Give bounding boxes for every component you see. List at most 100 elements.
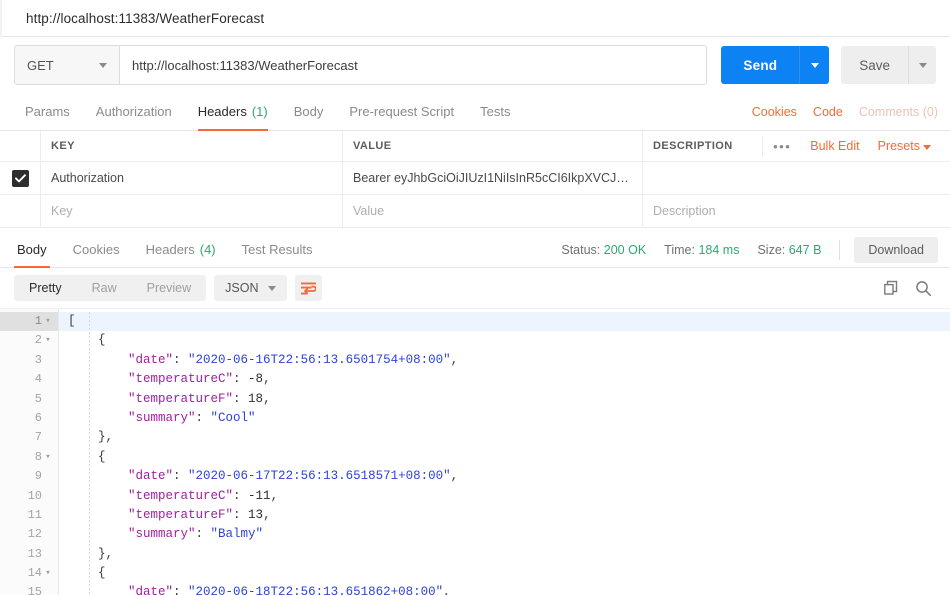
request-tab-authorization[interactable]: Authorization: [83, 93, 185, 130]
request-tab-label: Params: [25, 104, 70, 119]
table-header-row: KEY VALUE DESCRIPTION ••• Bulk Edit Pres…: [0, 131, 950, 162]
request-url-input[interactable]: [120, 46, 707, 84]
line-number-label: 14: [27, 566, 42, 581]
copy-icon[interactable]: [878, 275, 904, 301]
titlebar: http://localhost:11383/WeatherForecast: [0, 0, 950, 37]
format-label: JSON: [225, 281, 259, 295]
token-p: {: [68, 566, 106, 581]
row-description-cell[interactable]: [643, 162, 950, 194]
fold-toggle-icon[interactable]: ▾: [42, 331, 54, 350]
status-label: Status:: [561, 242, 601, 257]
presets-label: Presets: [877, 139, 920, 153]
format-select[interactable]: JSON: [214, 275, 288, 301]
response-tab-count: (4): [199, 242, 216, 257]
indent-guide: [89, 312, 90, 595]
new-key-cell[interactable]: Key: [41, 195, 343, 227]
send-options-button[interactable]: [799, 46, 830, 84]
line-number: 6: [0, 409, 58, 428]
line-number-label: 8: [34, 449, 42, 464]
line-number: 7: [0, 428, 58, 447]
request-tab-params[interactable]: Params: [12, 93, 83, 130]
table-actions: ••• Bulk Edit Presets: [762, 136, 940, 156]
status-info: Status: 200 OK: [561, 243, 646, 257]
line-number: 3: [0, 351, 58, 370]
http-method-select[interactable]: GET: [15, 46, 120, 84]
new-value-cell[interactable]: Value: [343, 195, 643, 227]
row-value-cell[interactable]: Bearer eyJhbGciOiJIUzI1NiIsInR5cCI6IkpXV…: [343, 162, 643, 194]
response-tab-headers[interactable]: Headers (4): [133, 232, 229, 267]
response-tab-test-results[interactable]: Test Results: [229, 232, 326, 267]
request-tab-pre-request-script[interactable]: Pre-request Script: [336, 93, 467, 130]
code-lines[interactable]: [ { "date": "2020-06-16T22:56:13.6501754…: [59, 309, 950, 595]
empty-checkbox-cell: [0, 195, 41, 227]
code-line: "date": "2020-06-16T22:56:13.6501754+08:…: [59, 351, 950, 370]
line-number: 13: [0, 545, 58, 564]
token-p: ,: [263, 507, 271, 522]
link-code[interactable]: Code: [813, 105, 843, 119]
line-number-label: 11: [27, 507, 42, 522]
time-label: Time:: [664, 242, 695, 257]
new-description-cell[interactable]: Description: [643, 195, 950, 227]
line-number: 10: [0, 487, 58, 506]
presets-button[interactable]: Presets: [869, 139, 940, 153]
code-line: "temperatureF": 13,: [59, 506, 950, 525]
token-p: :: [233, 391, 249, 406]
row-enabled-checkbox[interactable]: [11, 169, 29, 187]
token-p: ,: [263, 391, 271, 406]
more-options-icon[interactable]: •••: [762, 136, 801, 156]
request-tab-label: Pre-request Script: [349, 104, 455, 119]
code-line: },: [59, 545, 950, 564]
view-mode-preview[interactable]: Preview: [132, 275, 206, 301]
search-icon[interactable]: [910, 275, 936, 301]
response-body-viewer[interactable]: 1▾2▾345678▾91011121314▾151617181920▾ [ {…: [0, 308, 950, 595]
token-k: "temperatureC": [68, 488, 234, 503]
request-tab-tests[interactable]: Tests: [467, 93, 523, 130]
request-tab-count: (1): [251, 104, 268, 119]
body-toolbar: Pretty Raw Preview JSON: [0, 268, 950, 308]
response-tabs: Body Cookies Headers (4) Test Results: [0, 232, 326, 268]
header-cell-description: DESCRIPTION ••• Bulk Edit Presets: [643, 131, 950, 161]
fold-toggle-icon[interactable]: ▾: [42, 564, 54, 583]
link-cookies[interactable]: Cookies: [752, 105, 797, 119]
method-url-group: GET: [14, 45, 708, 85]
request-tab-links: Cookies Code Comments (0): [736, 93, 938, 130]
row-key-cell[interactable]: Authorization: [41, 162, 343, 194]
token-p: ,: [450, 469, 459, 484]
token-p: ,: [263, 372, 271, 387]
response-tab-label: Cookies: [72, 242, 120, 257]
send-button[interactable]: Send: [721, 46, 800, 84]
line-number: 12: [0, 525, 58, 544]
download-button[interactable]: Download: [854, 236, 938, 263]
token-k: "summary": [68, 527, 196, 542]
header-cell-key: KEY: [41, 131, 343, 161]
token-n: -8: [248, 372, 264, 387]
response-tab-label: Body: [17, 242, 47, 257]
view-mode-pretty[interactable]: Pretty: [14, 275, 77, 301]
line-number-label: 6: [34, 410, 42, 425]
token-p: },: [68, 546, 114, 561]
response-tab-body[interactable]: Body: [4, 232, 60, 268]
line-number: 11: [0, 506, 58, 525]
response-bar: Body Cookies Headers (4) Test Results Status…: [0, 232, 950, 268]
word-wrap-icon[interactable]: [295, 275, 323, 301]
token-k: "summary": [68, 410, 196, 425]
bulk-edit-button[interactable]: Bulk Edit: [801, 139, 868, 153]
time-info: Time: 184 ms: [664, 243, 739, 257]
header-key-text: Authorization: [51, 171, 124, 185]
request-tab-body[interactable]: Body: [281, 93, 337, 130]
code-line: "summary": "Cool": [59, 409, 950, 428]
request-tab-headers[interactable]: Headers (1): [185, 93, 281, 131]
request-tab-title[interactable]: http://localhost:11383/WeatherForecast: [2, 11, 264, 26]
response-tab-cookies[interactable]: Cookies: [60, 232, 133, 267]
chevron-down-icon: [918, 62, 927, 68]
save-options-button[interactable]: [908, 46, 936, 84]
line-number: 2 ▾: [0, 331, 58, 350]
token-n: 13: [248, 507, 264, 522]
fold-toggle-icon[interactable]: ▾: [42, 448, 54, 467]
fold-toggle-icon[interactable]: ▾: [42, 312, 54, 331]
chevron-down-icon: [810, 62, 819, 68]
request-tab-label: Authorization: [95, 104, 172, 119]
save-button[interactable]: Save: [841, 46, 908, 84]
send-button-group: Send: [721, 46, 830, 84]
view-mode-raw[interactable]: Raw: [77, 275, 132, 301]
